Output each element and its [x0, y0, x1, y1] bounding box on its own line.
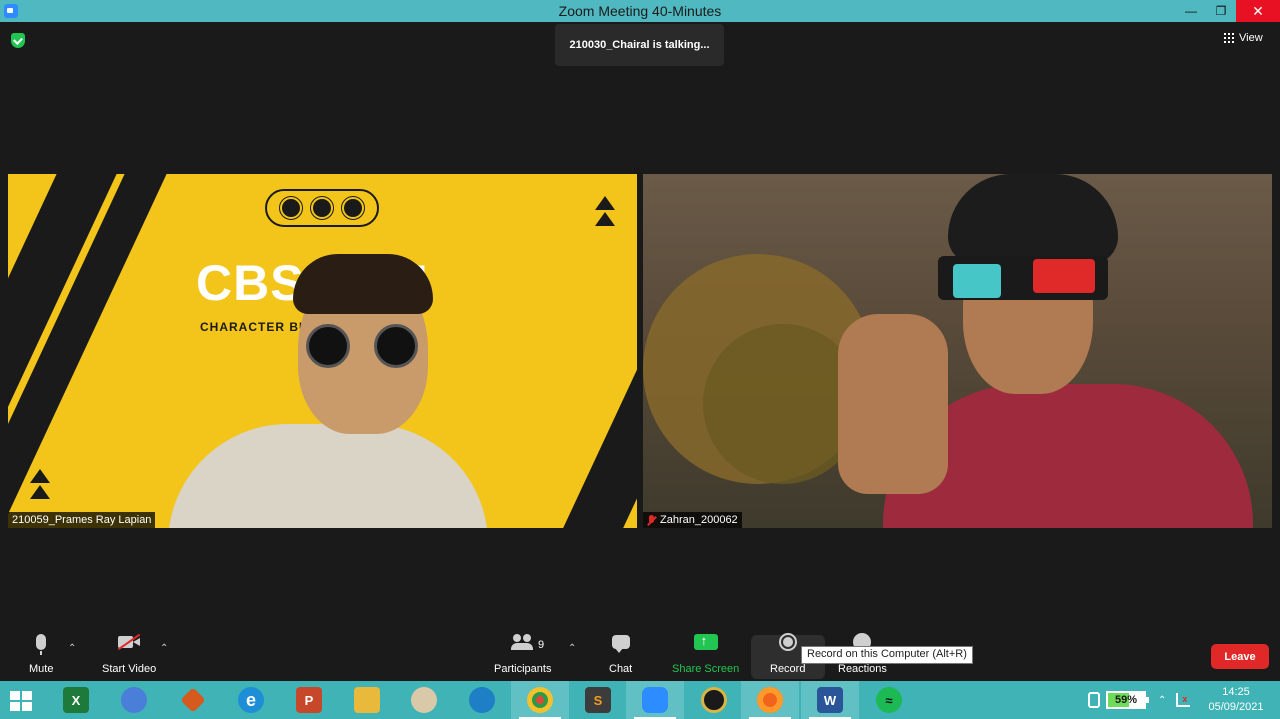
- video-tile-zahran[interactable]: Zahran_200062: [643, 174, 1272, 528]
- clock-time: 14:25: [1222, 686, 1250, 698]
- meeting-toolbar: Mute ⌃ Start Video ⌃ Participants 9 ⌃ Ch…: [0, 630, 1280, 680]
- spotify-icon[interactable]: ≈: [860, 681, 918, 719]
- window-title: Zoom Meeting 40-Minutes: [558, 3, 722, 19]
- peace-sign-hand: [838, 314, 948, 494]
- participants-options-caret[interactable]: ⌃: [568, 643, 576, 654]
- active-speaker-banner: 210030_Chairal is talking...: [555, 24, 724, 66]
- sublime-text-icon[interactable]: S: [569, 681, 627, 719]
- paint-icon[interactable]: [395, 681, 453, 719]
- triangle-decoration: [595, 196, 615, 210]
- video-options-caret[interactable]: ⌃: [160, 643, 168, 654]
- windows-start-icon[interactable]: [10, 691, 32, 711]
- network-disconnected-icon[interactable]: [1176, 693, 1191, 707]
- chat-button[interactable]: Chat: [609, 630, 632, 675]
- file-explorer-icon[interactable]: [338, 681, 396, 719]
- clock-date: 05/09/2021: [1208, 701, 1264, 713]
- windows-taskbar: X e P S W ≈ 59% ⌃ 14:25 05/09/2021: [0, 681, 1280, 719]
- leave-button[interactable]: Leave: [1211, 644, 1269, 669]
- banner-stripe-right: [546, 304, 637, 528]
- record-icon: [778, 633, 797, 651]
- 3d-glasses-red-lens: [1033, 259, 1095, 293]
- start-video-label: Start Video: [102, 663, 157, 675]
- camera-off-icon: [117, 633, 141, 651]
- participant-body: [168, 424, 488, 528]
- triangle-decoration: [30, 469, 50, 483]
- zoom-meeting-window: Zoom Meeting 40-Minutes — ❐ ✕ 210030_Cha…: [0, 0, 1280, 719]
- powerpoint-icon[interactable]: P: [280, 681, 338, 719]
- participant-name: Zahran_200062: [660, 514, 738, 526]
- chrome-canary-icon[interactable]: [105, 681, 163, 719]
- taskbar-clock[interactable]: 14:25 05/09/2021: [1200, 685, 1272, 715]
- title-bar: Zoom Meeting 40-Minutes — ❐ ✕: [0, 0, 1280, 22]
- matlab-icon[interactable]: [164, 681, 222, 719]
- close-window-button[interactable]: ✕: [1236, 0, 1280, 22]
- window-controls: — ❐ ✕: [1176, 0, 1280, 22]
- reactions-label: Reactions: [838, 663, 887, 675]
- chat-bubble-icon: [611, 635, 630, 653]
- record-tooltip: Record on this Computer (Alt+R): [801, 646, 973, 664]
- mute-label: Mute: [29, 663, 54, 675]
- power-plug-icon[interactable]: [1088, 692, 1100, 708]
- zoom-logo-icon: [4, 4, 18, 18]
- share-screen-icon: [693, 633, 718, 650]
- edge-icon[interactable]: [453, 681, 511, 719]
- word-icon[interactable]: W: [801, 681, 859, 719]
- participant-hair: [948, 174, 1118, 264]
- video-tile-prames[interactable]: CBS 2021 CHARACTER BUILDING SESSION 2100…: [8, 174, 637, 528]
- triangle-decoration: [30, 485, 50, 499]
- mute-button[interactable]: Mute: [29, 630, 53, 675]
- grid-view-icon: [1224, 33, 1234, 43]
- system-tray: 59% ⌃: [1088, 681, 1191, 719]
- record-label: Record: [770, 663, 806, 675]
- restore-button[interactable]: ❐: [1206, 0, 1236, 22]
- internet-explorer-icon[interactable]: e: [222, 681, 280, 719]
- minimize-button[interactable]: —: [1176, 0, 1206, 22]
- encryption-shield-icon[interactable]: [11, 33, 25, 48]
- participants-button[interactable]: Participants: [494, 630, 551, 675]
- zoom-app-icon[interactable]: [626, 681, 684, 719]
- chat-label: Chat: [609, 663, 633, 675]
- participants-icon: [510, 634, 535, 650]
- participant-hair: [293, 254, 433, 314]
- 3d-glasses-cyan-lens: [953, 264, 1001, 298]
- triangle-decoration: [595, 212, 615, 226]
- microphone-icon: [36, 634, 47, 655]
- circular-app-icon[interactable]: [685, 681, 743, 719]
- audio-options-caret[interactable]: ⌃: [68, 643, 76, 654]
- cbs-logo-badges: [265, 189, 379, 227]
- battery-indicator[interactable]: 59%: [1106, 691, 1149, 709]
- participant-name-tag: 210059_Prames Ray Lapian: [8, 512, 156, 528]
- start-video-button[interactable]: Start Video: [102, 630, 156, 675]
- view-label: View: [1239, 32, 1263, 44]
- participant-name-tag: Zahran_200062: [643, 512, 742, 528]
- share-screen-button[interactable]: Share Screen: [672, 630, 739, 675]
- tray-overflow-caret[interactable]: ⌃: [1158, 695, 1166, 706]
- participants-label: Participants: [494, 663, 552, 675]
- participants-count: 9: [538, 639, 545, 651]
- sunglasses-lens: [374, 324, 418, 368]
- firefox-icon[interactable]: [741, 681, 799, 719]
- view-button[interactable]: View: [1224, 32, 1263, 44]
- participant-name: 210059_Prames Ray Lapian: [12, 514, 152, 526]
- excel-icon[interactable]: X: [47, 681, 105, 719]
- chrome-icon[interactable]: [511, 681, 569, 719]
- share-screen-label: Share Screen: [672, 663, 740, 675]
- muted-mic-icon: [647, 514, 656, 526]
- sunglasses-lens: [306, 324, 350, 368]
